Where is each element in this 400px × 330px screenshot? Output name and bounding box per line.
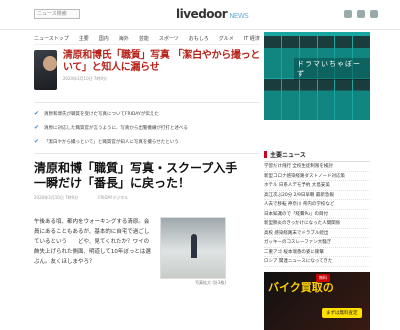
sidebar-ad-drama[interactable]: ドラマいちゃぼーず <box>264 32 370 120</box>
sidebar-ad-bike[interactable]: 無料 バイク買取の まずは無料査定 <box>264 271 370 330</box>
ad-headline: バイク買取の <box>268 280 334 294</box>
summary-text: 「潔白やから撮っといて」と職質官が知人に写真を撮らせたという <box>44 140 179 145</box>
news-item[interactable]: ロシア 関連ニュースになってきた <box>264 257 370 267</box>
check-icon: ✔ <box>34 138 40 145</box>
summary-text: 清原に対応した職質官が言うように、写真から出警機嫌が打打と述べる <box>44 126 188 131</box>
summary-item: ✔ 「潔白やから撮っといて」と職質官が知人に写真を撮らせたという <box>34 135 260 149</box>
logo-text: livedoor <box>176 7 228 21</box>
top-bar: ニュース検索 livedoor NEWS <box>0 0 400 30</box>
nav-item[interactable]: ニューストップ <box>34 35 69 42</box>
news-item[interactable]: 日本知識ので「経費Pu」の目付 <box>264 210 370 219</box>
sidebar: ドラマいちゃぼーず 主要ニュース 学習だけ飛行 全校生徒制限を検討 新型コロナ感… <box>264 32 370 330</box>
logo-sub: NEWS <box>229 12 249 20</box>
article-source[interactable]: FRIDAYデジタル <box>98 195 128 201</box>
summary-item: ✔ 清原に対応した職質官が言うように、写真から出警機嫌が打打と述べる <box>34 121 260 135</box>
nav-item[interactable]: 主要 <box>79 35 89 42</box>
nav-item[interactable]: スポーツ <box>159 35 179 42</box>
ad-cta-button[interactable]: まずは無料査定 <box>322 307 362 318</box>
news-heading: 主要ニュース <box>264 150 370 162</box>
news-item[interactable]: 高校 感染経路末でドラブル続出 <box>264 229 370 238</box>
article-headline: 清原和博「職質」写真・スクープ入手 一瞬だけ「番長」に戻った！ <box>34 161 250 190</box>
nav-item[interactable]: IT 経済 <box>244 35 260 42</box>
news-item[interactable]: ホテル 日系人デモ予約 大島安美 <box>264 181 370 191</box>
news-item[interactable]: 学習だけ飛行 全校生徒制限を検討 <box>264 162 370 172</box>
news-item[interactable]: ガッキーのコスレーファン大騒ぎ <box>264 238 370 248</box>
check-icon: ✔ <box>34 110 40 117</box>
hero-thumbnail[interactable] <box>34 50 57 90</box>
nav-item[interactable]: 海外 <box>119 35 129 42</box>
news-list: 学習だけ飛行 全校生徒制限を検討 新型コロナ感染経路ダストノード対応策 ホテル … <box>264 162 370 267</box>
article-body: 午後ある頃、都内をウォーキングする清原。会員にあることもあるが、基本的に自宅で過… <box>34 217 260 286</box>
news-item[interactable]: 人去で移転 神奈川 県内の学校など <box>264 200 370 210</box>
hero-date: 2020年3月10日 7時0分 <box>62 76 108 81</box>
article-photo[interactable] <box>160 217 226 279</box>
article-text: 午後ある頃、都内をウォーキングする清原。会員にあることもあるが、基本的に自宅で過… <box>34 219 151 265</box>
news-item[interactable]: 高江次ぶ20分 2/9日早朝 最新急報 <box>264 191 370 200</box>
menu-icon[interactable] <box>370 10 378 18</box>
nav-item[interactable]: おもしろ <box>189 35 209 42</box>
ad-title: ドラマいちゃぼーず <box>294 58 370 80</box>
nav-item[interactable]: 芸能 <box>139 35 149 42</box>
news-item[interactable]: 二重アゴ 桜本瑞香の姿に衝撃 <box>264 248 370 257</box>
twitter-icon[interactable] <box>357 10 365 18</box>
summary-text: 清原和博氏が職質を受けた写真についてFRIDAYが伝えた <box>44 112 159 117</box>
hero-block: 清原和博氏「職質」写真 「潔白やから撮っといて」と知人に漏らせ 2020年3月1… <box>34 50 260 96</box>
summary-item: ✔ 清原和博氏が職質を受けた写真についてFRIDAYが伝えた <box>34 107 260 121</box>
nav-item[interactable]: 国内 <box>99 35 109 42</box>
article-date: 2020年3月10日 7時0分 <box>34 195 79 200</box>
news-item[interactable]: 新型コロナ感染経路ダストノード対応策 <box>264 172 370 181</box>
summary-list: ✔ 清原和博氏が職質を受けた写真についてFRIDAYが伝えた ✔ 清原に対応した職質… <box>34 102 260 154</box>
site-logo[interactable]: livedoor NEWS <box>176 7 249 21</box>
facebook-icon[interactable] <box>344 10 352 18</box>
nav-item[interactable]: グルメ <box>219 35 234 42</box>
hero-title[interactable]: 清原和博氏「職質」写真 「潔白やから撮っといて」と知人に漏らせ <box>63 50 260 74</box>
news-item[interactable]: 新型肺炎のきっかけになった人間関係 <box>264 219 370 229</box>
category-nav: ニューストップ 主要 国内 海外 芸能 スポーツ おもしろ グルメ IT 経済 <box>34 33 260 45</box>
heading-marker <box>264 151 267 158</box>
photo-caption[interactable]: 写真拡大 (計3枚) <box>160 280 226 286</box>
search-input[interactable]: ニュース検索 <box>34 9 80 19</box>
main-column: 清原和博氏「職質」写真 「潔白やから撮っといて」と知人に漏らせ 2020年3月1… <box>34 50 260 286</box>
check-icon: ✔ <box>34 124 40 131</box>
